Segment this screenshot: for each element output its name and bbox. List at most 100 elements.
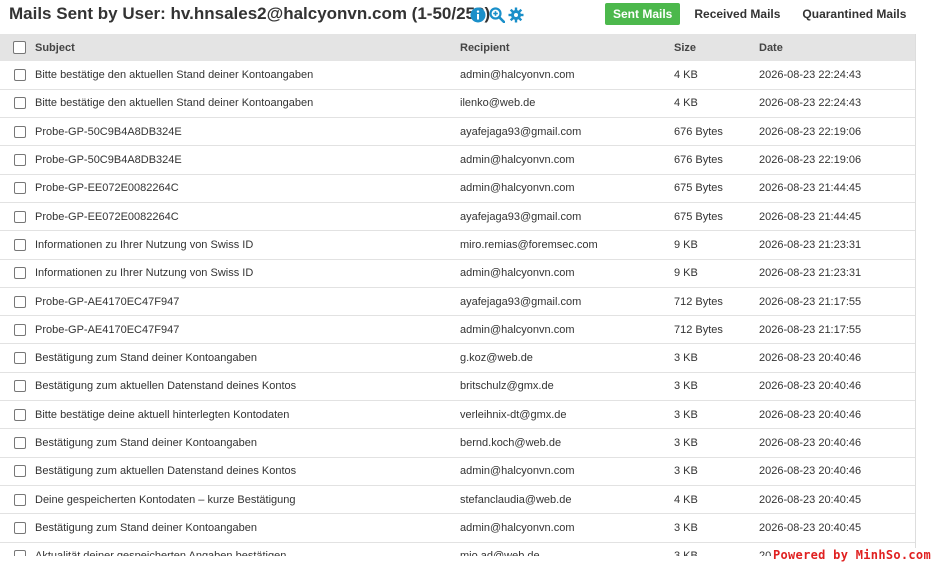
- size-cell: 712 Bytes: [674, 323, 723, 336]
- row-select-checkbox[interactable]: [13, 154, 26, 167]
- subject-cell: Probe-GP-50C9B4A8DB324E: [35, 125, 182, 138]
- row-select-checkbox[interactable]: [13, 352, 26, 365]
- subject-cell: Informationen zu Ihrer Nutzung von Swiss…: [35, 267, 254, 280]
- table-row[interactable]: Bitte bestätige den aktuellen Stand dein…: [0, 61, 915, 90]
- table-row[interactable]: Probe-GP-50C9B4A8DB324E admin@halcyonvn.c…: [0, 146, 915, 175]
- title-icons: [470, 7, 524, 23]
- tab-received-mails[interactable]: Received Mails: [686, 3, 788, 25]
- tab-quarantined-mails[interactable]: Quarantined Mails: [794, 3, 914, 25]
- column-header-date[interactable]: Date: [759, 34, 915, 61]
- table-row[interactable]: Probe-GP-AE4170EC47F947 admin@halcyonvn.c…: [0, 316, 915, 344]
- table-row[interactable]: Bestätigung zum aktuellen Datenstand dei…: [0, 372, 915, 401]
- date-cell: 2026-08-23 20:40:46: [759, 352, 862, 365]
- row-select-checkbox[interactable]: [13, 210, 26, 223]
- size-cell: 712 Bytes: [674, 295, 723, 308]
- mail-table-container: Subject Recipient Size Date Bitte bestät…: [0, 34, 916, 556]
- info-icon[interactable]: [470, 7, 486, 23]
- column-header-recipient[interactable]: Recipient: [460, 34, 674, 61]
- date-cell: 2026-08-23 20:40:45: [759, 521, 862, 534]
- page-title: Mails Sent by User: hv.hnsales2@halcyonv…: [9, 4, 491, 23]
- row-select-cell: [0, 146, 35, 174]
- subject-cell: Bitte bestätige den aktuellen Stand dein…: [35, 68, 314, 81]
- row-select-checkbox[interactable]: [13, 465, 26, 478]
- recipient-cell: bernd.koch@web.de: [460, 437, 562, 449]
- recipient-cell: admin@halcyonvn.com: [460, 182, 575, 195]
- row-select-checkbox[interactable]: [13, 323, 26, 336]
- mail-table-body: Bitte bestätige den aktuellen Stand dein…: [0, 61, 915, 556]
- select-all-checkbox[interactable]: [13, 41, 26, 54]
- row-select-checkbox[interactable]: [13, 295, 26, 308]
- row-select-checkbox[interactable]: [13, 267, 26, 280]
- size-cell: 3 KB: [674, 465, 698, 478]
- select-all-cell: [0, 34, 35, 61]
- table-row[interactable]: Probe-GP-EE072E0082264C ayafejaga93@gmail…: [0, 202, 915, 231]
- size-cell: 675 Bytes: [674, 182, 723, 195]
- row-select-cell: [0, 231, 35, 259]
- date-cell: 2026-08-23 20:40:46: [759, 380, 862, 393]
- row-select-cell: [0, 202, 35, 230]
- row-select-cell: [0, 174, 35, 202]
- table-row[interactable]: Informationen zu Ihrer Nutzung von Swiss…: [0, 259, 915, 288]
- size-cell: 3 KB: [674, 380, 698, 393]
- size-cell: 4 KB: [674, 493, 698, 506]
- row-select-cell: [0, 61, 35, 89]
- row-select-checkbox[interactable]: [13, 125, 26, 138]
- row-select-checkbox[interactable]: [13, 408, 26, 421]
- row-select-checkbox[interactable]: [13, 238, 26, 251]
- recipient-cell: admin@halcyonvn.com: [460, 68, 575, 81]
- table-row[interactable]: Bestätigung zum Stand deiner Kontoangabe…: [0, 429, 915, 458]
- row-select-cell: [0, 429, 35, 457]
- table-row[interactable]: Bitte bestätige den aktuellen Stand dein…: [0, 89, 915, 118]
- subject-cell: Bitte bestätige den aktuellen Stand dein…: [35, 97, 314, 110]
- column-header-size[interactable]: Size: [674, 34, 759, 61]
- recipient-cell: ilenko@web.de: [460, 97, 536, 110]
- row-select-cell: [0, 514, 35, 542]
- table-row[interactable]: Bestätigung zum Stand deiner Kontoangabe…: [0, 514, 915, 543]
- mail-table: Subject Recipient Size Date Bitte bestät…: [0, 34, 915, 556]
- column-header-subject[interactable]: Subject: [35, 34, 460, 61]
- table-row[interactable]: Probe-GP-EE072E0082264C admin@halcyonvn.c…: [0, 174, 915, 203]
- subject-cell: Bestätigung zum Stand deiner Kontoangabe…: [35, 521, 257, 534]
- table-header-row: Subject Recipient Size Date: [0, 34, 915, 61]
- row-select-checkbox[interactable]: [13, 493, 26, 506]
- date-cell: 2026-08-23 22:19:06: [759, 125, 862, 138]
- row-select-checkbox[interactable]: [13, 182, 26, 195]
- date-cell: 2026-08-23 22:24:43: [759, 97, 862, 110]
- date-cell: 2026-08-23 20:40:46: [759, 408, 862, 421]
- table-row[interactable]: Bitte bestätige deine aktuell hinterlegt…: [0, 401, 915, 429]
- gear-icon[interactable]: [508, 7, 524, 23]
- table-row[interactable]: Bestätigung zum aktuellen Datenstand dei…: [0, 457, 915, 486]
- watermark: Powered by MinhSo.com: [770, 548, 933, 562]
- date-cell: 2026-08-23 21:44:45: [759, 210, 862, 223]
- row-select-checkbox[interactable]: [13, 437, 26, 450]
- row-select-cell: [0, 457, 35, 485]
- size-cell: 4 KB: [674, 68, 698, 81]
- row-select-checkbox[interactable]: [13, 68, 26, 81]
- subject-cell: Probe-GP-EE072E0082264C: [35, 210, 179, 223]
- date-cell: 2026-08-23 20:40:46: [759, 437, 862, 449]
- row-select-checkbox[interactable]: [13, 380, 26, 393]
- row-select-checkbox[interactable]: [13, 97, 26, 110]
- tab-sent-mails[interactable]: Sent Mails: [605, 3, 681, 25]
- row-select-cell: [0, 316, 35, 344]
- row-select-checkbox[interactable]: [13, 521, 26, 534]
- row-select-cell: [0, 118, 35, 146]
- zoom-search-icon[interactable]: [489, 7, 505, 23]
- table-row[interactable]: Probe-GP-50C9B4A8DB324E ayafejaga93@gmail…: [0, 118, 915, 146]
- row-select-cell: [0, 259, 35, 287]
- table-row[interactable]: Deine gespeicherten Kontodaten – kurze B…: [0, 485, 915, 514]
- size-cell: 675 Bytes: [674, 210, 723, 223]
- row-select-cell: [0, 485, 35, 513]
- table-row[interactable]: Bestätigung zum Stand deiner Kontoangabe…: [0, 344, 915, 373]
- recipient-cell: g.koz@web.de: [460, 352, 533, 365]
- subject-cell: Probe-GP-EE072E0082264C: [35, 182, 179, 195]
- table-row[interactable]: Probe-GP-AE4170EC47F947 ayafejaga93@gmail…: [0, 287, 915, 316]
- date-cell: 2026-08-23 22:24:43: [759, 68, 862, 81]
- recipient-cell: verleihnix-dt@gmx.de: [460, 408, 567, 421]
- mail-tabs: Sent Mails Received Mails Quarantined Ma…: [605, 3, 920, 25]
- row-select-checkbox[interactable]: [13, 550, 26, 556]
- recipient-cell: ayafejaga93@gmail.com: [460, 125, 582, 138]
- table-row[interactable]: Informationen zu Ihrer Nutzung von Swiss…: [0, 231, 915, 260]
- recipient-cell: mio.ad@web.de: [460, 542, 674, 556]
- row-select-cell: [0, 542, 35, 556]
